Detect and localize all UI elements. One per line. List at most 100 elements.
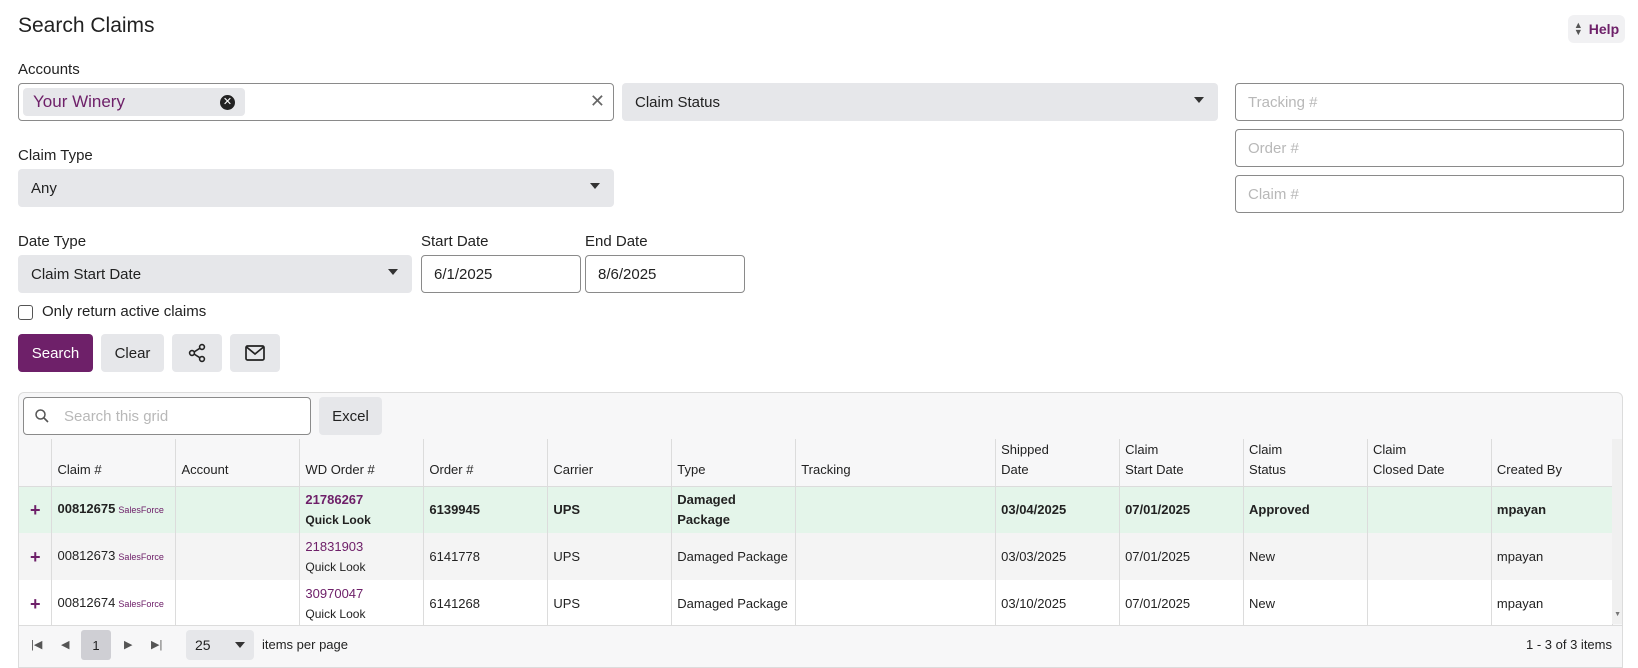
col-claim-status[interactable]: Claim Status bbox=[1243, 439, 1368, 487]
date-type-select[interactable]: Claim Start Date bbox=[18, 255, 412, 293]
salesforce-link[interactable]: SalesForce bbox=[118, 505, 164, 515]
table-row[interactable]: + 00812674 SalesForce 30970047 Quick Look … bbox=[19, 580, 1614, 627]
account-cell bbox=[175, 533, 301, 580]
tracking-cell bbox=[795, 533, 997, 580]
tracking-input[interactable] bbox=[1235, 83, 1624, 121]
claim-cell: 00812675 SalesForce bbox=[51, 486, 177, 533]
excel-export-button[interactable]: Excel bbox=[319, 397, 382, 435]
end-date-input[interactable] bbox=[585, 255, 745, 293]
last-page-icon[interactable]: ▶| bbox=[151, 638, 162, 651]
salesforce-link[interactable]: SalesForce bbox=[118, 599, 164, 609]
tracking-cell bbox=[795, 486, 997, 533]
order-cell: 6139945 bbox=[423, 486, 549, 533]
claim-number: 00812673 bbox=[57, 548, 116, 563]
col-tracking[interactable]: Tracking bbox=[795, 439, 997, 487]
mail-icon bbox=[245, 345, 265, 361]
pager: |◀ ◀ 1 ▶ ▶| 25 items per page 1 - 3 of 3… bbox=[19, 625, 1622, 665]
col-created-by[interactable]: Created By bbox=[1491, 439, 1614, 487]
clear-button[interactable]: Clear bbox=[101, 334, 164, 372]
dropdown-caret-icon bbox=[388, 269, 398, 275]
current-page-button[interactable]: 1 bbox=[81, 630, 111, 660]
shipped-date-cell: 03/10/2025 bbox=[995, 580, 1121, 627]
col-shipped-date[interactable]: Shipped Date bbox=[995, 439, 1121, 487]
wd-order-cell: 21786267 Quick Look bbox=[299, 486, 425, 533]
created-by-cell: mpayan bbox=[1491, 580, 1614, 627]
table-header-row: Claim # Account WD Order # Order # Carri… bbox=[19, 439, 1614, 487]
carrier-cell: UPS bbox=[547, 533, 673, 580]
help-button[interactable]: ▲ ▼ Help bbox=[1568, 15, 1625, 43]
start-date-input[interactable] bbox=[421, 255, 581, 293]
end-date-label: End Date bbox=[585, 233, 648, 250]
start-date-label: Start Date bbox=[421, 233, 489, 250]
col-type[interactable]: Type bbox=[671, 439, 797, 487]
account-chip-label: Your Winery bbox=[33, 92, 125, 111]
dropdown-caret-icon bbox=[235, 642, 245, 648]
created-by-cell: mpayan bbox=[1491, 533, 1614, 580]
clear-accounts-icon[interactable]: ✕ bbox=[590, 91, 605, 112]
col-account[interactable]: Account bbox=[175, 439, 301, 487]
closed-date-cell bbox=[1367, 580, 1492, 627]
first-page-icon[interactable]: |◀ bbox=[31, 638, 42, 651]
pager-info: 1 - 3 of 3 items bbox=[1526, 637, 1612, 652]
type-cell: Damaged Package bbox=[671, 580, 797, 627]
claim-type-label: Claim Type bbox=[18, 147, 93, 164]
search-icon bbox=[35, 409, 49, 423]
table-row[interactable]: + 00812675 SalesForce 21786267 Quick Look … bbox=[19, 486, 1614, 533]
date-type-label: Date Type bbox=[18, 233, 87, 250]
wd-order-link[interactable]: 21786267 bbox=[305, 492, 363, 507]
type-cell: Damaged Package bbox=[671, 486, 797, 533]
prev-page-icon[interactable]: ◀ bbox=[61, 638, 69, 651]
closed-date-cell bbox=[1367, 533, 1492, 580]
col-wd-order[interactable]: WD Order # bbox=[299, 439, 425, 487]
col-claim-closed-date[interactable]: Claim Closed Date bbox=[1367, 439, 1492, 487]
claim-cell: 00812673 SalesForce bbox=[51, 533, 177, 580]
start-date-cell: 07/01/2025 bbox=[1119, 580, 1245, 627]
salesforce-link[interactable]: SalesForce bbox=[118, 552, 164, 562]
claim-type-value: Any bbox=[31, 179, 57, 197]
wd-order-cell: 30970047 Quick Look bbox=[299, 580, 425, 627]
active-claims-checkbox[interactable] bbox=[18, 305, 33, 320]
col-order[interactable]: Order # bbox=[423, 439, 549, 487]
next-page-icon[interactable]: ▶ bbox=[124, 638, 132, 651]
account-cell bbox=[175, 580, 301, 627]
page-title: Search Claims bbox=[18, 14, 155, 37]
claim-type-select[interactable]: Any bbox=[18, 169, 614, 207]
col-carrier[interactable]: Carrier bbox=[547, 439, 673, 487]
date-type-value: Claim Start Date bbox=[31, 265, 142, 283]
grid-scrollbar[interactable] bbox=[1612, 439, 1622, 624]
quick-look-link[interactable]: Quick Look bbox=[305, 513, 370, 527]
table-row[interactable]: + 00812673 SalesForce 21831903 Quick Look … bbox=[19, 533, 1614, 580]
col-claim-start-date[interactable]: Claim Start Date bbox=[1119, 439, 1245, 487]
search-button[interactable]: Search bbox=[18, 334, 93, 372]
account-chip: Your Winery ✕ bbox=[23, 88, 245, 116]
claim-status-select[interactable]: Claim Status bbox=[622, 83, 1218, 121]
created-by-cell: mpayan bbox=[1491, 486, 1614, 533]
share-icon bbox=[188, 343, 206, 363]
expand-row-icon[interactable]: + bbox=[19, 533, 53, 580]
grid-search[interactable] bbox=[23, 397, 311, 435]
col-claim[interactable]: Claim # bbox=[51, 439, 177, 487]
remove-chip-icon[interactable]: ✕ bbox=[220, 95, 235, 110]
order-input[interactable] bbox=[1235, 129, 1624, 167]
quick-look-link[interactable]: Quick Look bbox=[305, 607, 365, 621]
quick-look-link[interactable]: Quick Look bbox=[305, 560, 365, 574]
claim-status-value: Claim Status bbox=[635, 93, 721, 111]
expand-row-icon[interactable]: + bbox=[19, 580, 53, 627]
email-button[interactable] bbox=[230, 334, 280, 372]
shipped-date-cell: 03/03/2025 bbox=[995, 533, 1121, 580]
page-size-select[interactable]: 25 bbox=[186, 630, 254, 660]
claims-grid: Excel Claim # Account WD Order # Order #… bbox=[18, 392, 1623, 668]
claim-input[interactable] bbox=[1235, 175, 1624, 213]
status-cell: New bbox=[1243, 533, 1368, 580]
wd-order-link[interactable]: 30970047 bbox=[305, 586, 363, 601]
shipped-date-cell: 03/04/2025 bbox=[995, 486, 1121, 533]
claims-table: Claim # Account WD Order # Order # Carri… bbox=[19, 439, 1614, 627]
grid-search-input[interactable] bbox=[62, 398, 302, 434]
expand-collapse-icon: ▲ ▼ bbox=[1573, 20, 1583, 37]
tracking-cell bbox=[795, 580, 997, 627]
scroll-down-icon[interactable]: ▼ bbox=[1614, 611, 1621, 618]
expand-row-icon[interactable]: + bbox=[19, 486, 53, 533]
accounts-multiselect[interactable]: Your Winery ✕ ✕ bbox=[18, 83, 614, 121]
share-button[interactable] bbox=[172, 334, 222, 372]
wd-order-link[interactable]: 21831903 bbox=[305, 539, 363, 554]
